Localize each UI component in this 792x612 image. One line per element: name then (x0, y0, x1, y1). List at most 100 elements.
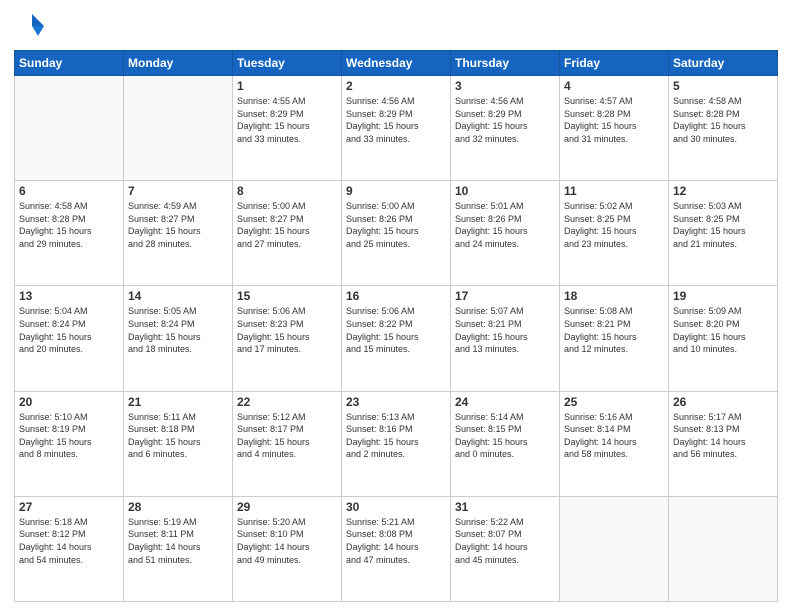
calendar-cell: 19 Sunrise: 5:09 AM Sunset: 8:20 PM Dayli… (669, 286, 778, 391)
weekday-header-row: SundayMondayTuesdayWednesdayThursdayFrid… (15, 51, 778, 76)
calendar-week-5: 27 Sunrise: 5:18 AM Sunset: 8:12 PM Dayli… (15, 496, 778, 601)
day-number: 25 (564, 395, 664, 409)
calendar-cell: 13 Sunrise: 5:04 AM Sunset: 8:24 PM Dayli… (15, 286, 124, 391)
day-info: Sunrise: 5:21 AM Sunset: 8:08 PM Dayligh… (346, 516, 446, 566)
weekday-header-monday: Monday (124, 51, 233, 76)
calendar-cell: 2 Sunrise: 4:56 AM Sunset: 8:29 PM Daylig… (342, 76, 451, 181)
day-info: Sunrise: 5:19 AM Sunset: 8:11 PM Dayligh… (128, 516, 228, 566)
day-info: Sunrise: 5:12 AM Sunset: 8:17 PM Dayligh… (237, 411, 337, 461)
day-number: 14 (128, 289, 228, 303)
calendar-cell: 12 Sunrise: 5:03 AM Sunset: 8:25 PM Dayli… (669, 181, 778, 286)
calendar-cell: 31 Sunrise: 5:22 AM Sunset: 8:07 PM Dayli… (451, 496, 560, 601)
calendar-cell (560, 496, 669, 601)
calendar-cell (669, 496, 778, 601)
day-info: Sunrise: 5:06 AM Sunset: 8:23 PM Dayligh… (237, 305, 337, 355)
day-info: Sunrise: 5:04 AM Sunset: 8:24 PM Dayligh… (19, 305, 119, 355)
day-number: 28 (128, 500, 228, 514)
day-info: Sunrise: 5:00 AM Sunset: 8:26 PM Dayligh… (346, 200, 446, 250)
calendar-cell: 29Sunrise: 5:20 AM Sunset: 8:10 PM Dayli… (233, 496, 342, 601)
day-number: 18 (564, 289, 664, 303)
day-info: Sunrise: 5:18 AM Sunset: 8:12 PM Dayligh… (19, 516, 119, 566)
day-info: Sunrise: 5:16 AM Sunset: 8:14 PM Dayligh… (564, 411, 664, 461)
day-number: 2 (346, 79, 446, 93)
calendar-cell (15, 76, 124, 181)
day-number: 11 (564, 184, 664, 198)
day-info: Sunrise: 5:09 AM Sunset: 8:20 PM Dayligh… (673, 305, 773, 355)
day-number: 8 (237, 184, 337, 198)
page: SundayMondayTuesdayWednesdayThursdayFrid… (0, 0, 792, 612)
day-info: Sunrise: 5:03 AM Sunset: 8:25 PM Dayligh… (673, 200, 773, 250)
day-info: Sunrise: 5:20 AM Sunset: 8:10 PM Dayligh… (237, 516, 337, 566)
day-info: Sunrise: 5:11 AM Sunset: 8:18 PM Dayligh… (128, 411, 228, 461)
day-number: 3 (455, 79, 555, 93)
day-info: Sunrise: 4:58 AM Sunset: 8:28 PM Dayligh… (673, 95, 773, 145)
calendar-cell: 21 Sunrise: 5:11 AM Sunset: 8:18 PM Dayli… (124, 391, 233, 496)
weekday-header-wednesday: Wednesday (342, 51, 451, 76)
day-info: Sunrise: 5:05 AM Sunset: 8:24 PM Dayligh… (128, 305, 228, 355)
calendar-cell: 27 Sunrise: 5:18 AM Sunset: 8:12 PM Dayli… (15, 496, 124, 601)
day-number: 19 (673, 289, 773, 303)
day-number: 13 (19, 289, 119, 303)
day-number: 9 (346, 184, 446, 198)
calendar-cell: 16 Sunrise: 5:06 AM Sunset: 8:22 PM Dayli… (342, 286, 451, 391)
calendar-cell: 26 Sunrise: 5:17 AM Sunset: 8:13 PM Dayli… (669, 391, 778, 496)
calendar-cell: 28 Sunrise: 5:19 AM Sunset: 8:11 PM Dayli… (124, 496, 233, 601)
day-number: 24 (455, 395, 555, 409)
day-number: 6 (19, 184, 119, 198)
day-number: 5 (673, 79, 773, 93)
day-info: Sunrise: 5:17 AM Sunset: 8:13 PM Dayligh… (673, 411, 773, 461)
logo-icon (14, 10, 46, 42)
calendar-cell: 3 Sunrise: 4:56 AM Sunset: 8:29 PM Daylig… (451, 76, 560, 181)
day-info: Sunrise: 5:08 AM Sunset: 8:21 PM Dayligh… (564, 305, 664, 355)
day-number: 31 (455, 500, 555, 514)
day-info: Sunrise: 5:07 AM Sunset: 8:21 PM Dayligh… (455, 305, 555, 355)
day-number: 15 (237, 289, 337, 303)
day-info: Sunrise: 4:57 AM Sunset: 8:28 PM Dayligh… (564, 95, 664, 145)
day-info: Sunrise: 5:22 AM Sunset: 8:07 PM Dayligh… (455, 516, 555, 566)
day-number: 22 (237, 395, 337, 409)
day-number: 27 (19, 500, 119, 514)
day-info: Sunrise: 5:13 AM Sunset: 8:16 PM Dayligh… (346, 411, 446, 461)
day-info: Sunrise: 5:06 AM Sunset: 8:22 PM Dayligh… (346, 305, 446, 355)
weekday-header-saturday: Saturday (669, 51, 778, 76)
header (14, 10, 778, 42)
day-info: Sunrise: 4:56 AM Sunset: 8:29 PM Dayligh… (346, 95, 446, 145)
day-number: 17 (455, 289, 555, 303)
day-info: Sunrise: 4:56 AM Sunset: 8:29 PM Dayligh… (455, 95, 555, 145)
calendar-cell: 8 Sunrise: 5:00 AM Sunset: 8:27 PM Daylig… (233, 181, 342, 286)
day-number: 23 (346, 395, 446, 409)
calendar-cell: 30 Sunrise: 5:21 AM Sunset: 8:08 PM Dayli… (342, 496, 451, 601)
calendar-cell: 17 Sunrise: 5:07 AM Sunset: 8:21 PM Dayli… (451, 286, 560, 391)
calendar-cell: 6 Sunrise: 4:58 AM Sunset: 8:28 PM Daylig… (15, 181, 124, 286)
day-number: 4 (564, 79, 664, 93)
day-info: Sunrise: 4:58 AM Sunset: 8:28 PM Dayligh… (19, 200, 119, 250)
day-number: 21 (128, 395, 228, 409)
calendar-week-4: 20Sunrise: 5:10 AM Sunset: 8:19 PM Dayli… (15, 391, 778, 496)
day-number: 7 (128, 184, 228, 198)
calendar-cell: 18 Sunrise: 5:08 AM Sunset: 8:21 PM Dayli… (560, 286, 669, 391)
day-info: Sunrise: 5:10 AM Sunset: 8:19 PM Dayligh… (19, 411, 119, 461)
calendar-cell: 11 Sunrise: 5:02 AM Sunset: 8:25 PM Dayli… (560, 181, 669, 286)
day-info: Sunrise: 4:59 AM Sunset: 8:27 PM Dayligh… (128, 200, 228, 250)
calendar-cell: 10 Sunrise: 5:01 AM Sunset: 8:26 PM Dayli… (451, 181, 560, 286)
day-info: Sunrise: 5:00 AM Sunset: 8:27 PM Dayligh… (237, 200, 337, 250)
day-number: 16 (346, 289, 446, 303)
calendar-cell: 25 Sunrise: 5:16 AM Sunset: 8:14 PM Dayli… (560, 391, 669, 496)
calendar-cell: 20Sunrise: 5:10 AM Sunset: 8:19 PM Dayli… (15, 391, 124, 496)
calendar-cell: 22 Sunrise: 5:12 AM Sunset: 8:17 PM Dayli… (233, 391, 342, 496)
day-number: 12 (673, 184, 773, 198)
day-number: 30 (346, 500, 446, 514)
day-info: Sunrise: 5:02 AM Sunset: 8:25 PM Dayligh… (564, 200, 664, 250)
day-number: 26 (673, 395, 773, 409)
weekday-header-sunday: Sunday (15, 51, 124, 76)
calendar-cell: 4 Sunrise: 4:57 AM Sunset: 8:28 PM Daylig… (560, 76, 669, 181)
calendar-cell: 7 Sunrise: 4:59 AM Sunset: 8:27 PM Daylig… (124, 181, 233, 286)
day-info: Sunrise: 5:01 AM Sunset: 8:26 PM Dayligh… (455, 200, 555, 250)
day-number: 10 (455, 184, 555, 198)
logo (14, 10, 50, 42)
weekday-header-friday: Friday (560, 51, 669, 76)
calendar-table: SundayMondayTuesdayWednesdayThursdayFrid… (14, 50, 778, 602)
weekday-header-thursday: Thursday (451, 51, 560, 76)
calendar-cell: 5 Sunrise: 4:58 AM Sunset: 8:28 PM Daylig… (669, 76, 778, 181)
weekday-header-tuesday: Tuesday (233, 51, 342, 76)
